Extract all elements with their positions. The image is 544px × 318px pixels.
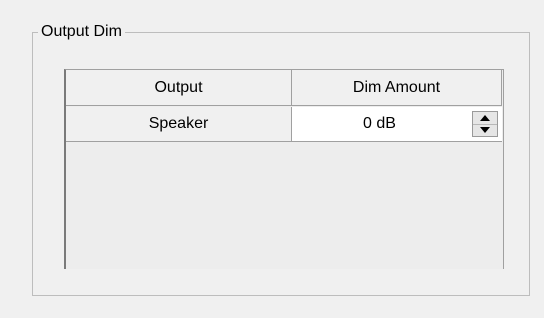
dim-amount-spinner[interactable] xyxy=(472,111,498,137)
column-header-output[interactable]: Output xyxy=(66,70,292,106)
triangle-up-icon xyxy=(480,115,490,121)
output-cell[interactable]: Speaker xyxy=(66,107,292,142)
spin-down-button[interactable] xyxy=(473,124,497,136)
table-row[interactable]: Speaker 0 dB xyxy=(66,107,502,142)
triangle-down-icon xyxy=(480,127,490,133)
dim-amount-value[interactable]: 0 dB xyxy=(292,107,467,141)
output-dim-grid[interactable]: Output Dim Amount Speaker 0 dB xyxy=(64,69,504,269)
column-header-dim-amount[interactable]: Dim Amount xyxy=(292,70,502,106)
grid-header-row: Output Dim Amount xyxy=(66,70,502,106)
group-title: Output Dim xyxy=(38,21,125,43)
dim-amount-cell[interactable]: 0 dB xyxy=(292,107,502,142)
